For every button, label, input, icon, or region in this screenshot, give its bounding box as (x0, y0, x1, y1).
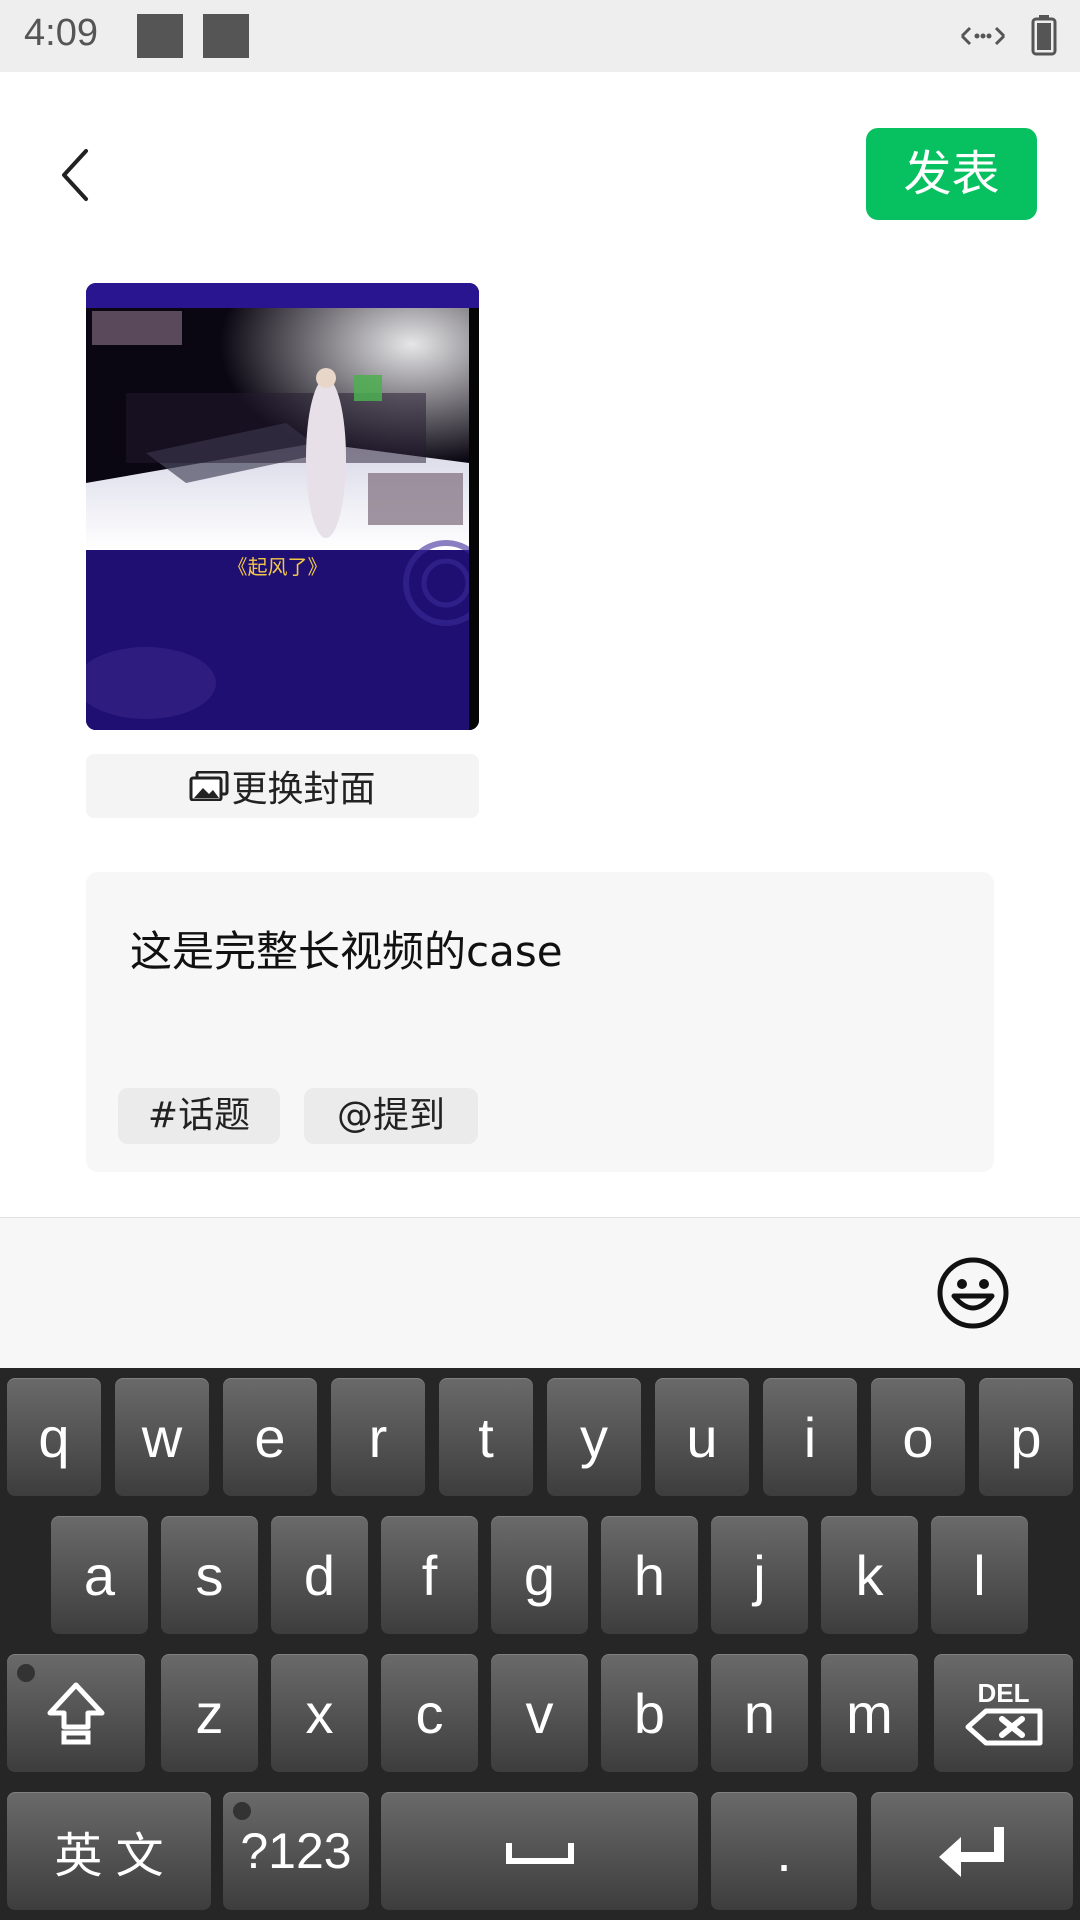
key-k[interactable]: k (821, 1516, 918, 1634)
key-s[interactable]: s (161, 1516, 258, 1634)
key-d[interactable]: d (271, 1516, 368, 1634)
notification-icon (203, 14, 249, 58)
key-x[interactable]: x (271, 1654, 368, 1772)
symbols-label: ?123 (240, 1823, 352, 1879)
backspace-icon (965, 1708, 1042, 1746)
key-j[interactable]: j (711, 1516, 808, 1634)
key-h[interactable]: h (601, 1516, 698, 1634)
key-f[interactable]: f (381, 1516, 478, 1634)
change-cover-label: 更换封面 (231, 769, 376, 810)
language-switch-key[interactable]: 英 文 (7, 1792, 211, 1910)
key-v[interactable]: v (491, 1654, 588, 1772)
soft-keyboard: q w e r t y u i o p a s d f g h j k l z … (0, 1368, 1080, 1920)
space-key[interactable] (381, 1792, 698, 1910)
status-bar: 4:09 (0, 0, 1080, 72)
change-cover-button[interactable]: 更换封面 (86, 754, 479, 818)
shift-indicator (17, 1664, 35, 1682)
key-l[interactable]: l (931, 1516, 1028, 1634)
key-z[interactable]: z (161, 1654, 258, 1772)
symbols-key[interactable]: ?123 (223, 1792, 369, 1910)
caption-card: 这是完整长视频的case #话题 @提到 (86, 872, 994, 1172)
caption-input[interactable]: 这是完整长视频的case (130, 918, 563, 979)
key-n[interactable]: n (711, 1654, 808, 1772)
mention-tag-button[interactable]: @提到 (304, 1088, 478, 1144)
cover-image (86, 283, 479, 730)
video-cover-thumbnail[interactable]: 《起风了》 (86, 283, 479, 730)
key-q[interactable]: q (7, 1378, 101, 1496)
back-icon (62, 149, 88, 201)
symbols-indicator (233, 1802, 251, 1820)
image-icon (189, 771, 229, 801)
notification-icon (137, 14, 183, 58)
enter-icon (939, 1827, 1004, 1877)
emoji-icon[interactable] (936, 1256, 1010, 1330)
space-icon (505, 1843, 574, 1864)
sync-icon (960, 26, 1006, 46)
key-w[interactable]: w (115, 1378, 209, 1496)
key-e[interactable]: e (223, 1378, 317, 1496)
status-time: 4:09 (24, 12, 98, 54)
input-toolbar (0, 1217, 1080, 1368)
key-m[interactable]: m (821, 1654, 918, 1772)
delete-label: DEL (977, 1678, 1030, 1708)
key-c[interactable]: c (381, 1654, 478, 1772)
key-y[interactable]: y (547, 1378, 641, 1496)
key-i[interactable]: i (763, 1378, 857, 1496)
key-b[interactable]: b (601, 1654, 698, 1772)
key-u[interactable]: u (655, 1378, 749, 1496)
back-button[interactable] (50, 145, 100, 205)
key-r[interactable]: r (331, 1378, 425, 1496)
key-a[interactable]: a (51, 1516, 148, 1634)
cover-title-text: 《起风了》 (227, 555, 328, 579)
publish-button[interactable]: 发表 (866, 128, 1037, 220)
shift-key[interactable] (7, 1654, 145, 1772)
period-key[interactable]: . (711, 1792, 857, 1910)
key-g[interactable]: g (491, 1516, 588, 1634)
key-p[interactable]: p (979, 1378, 1073, 1496)
key-t[interactable]: t (439, 1378, 533, 1496)
shift-icon (47, 1682, 105, 1745)
key-o[interactable]: o (871, 1378, 965, 1496)
topic-tag-button[interactable]: #话题 (118, 1088, 280, 1144)
battery-icon (1031, 15, 1057, 56)
enter-key[interactable] (871, 1792, 1073, 1910)
delete-key[interactable]: DEL (934, 1654, 1073, 1772)
